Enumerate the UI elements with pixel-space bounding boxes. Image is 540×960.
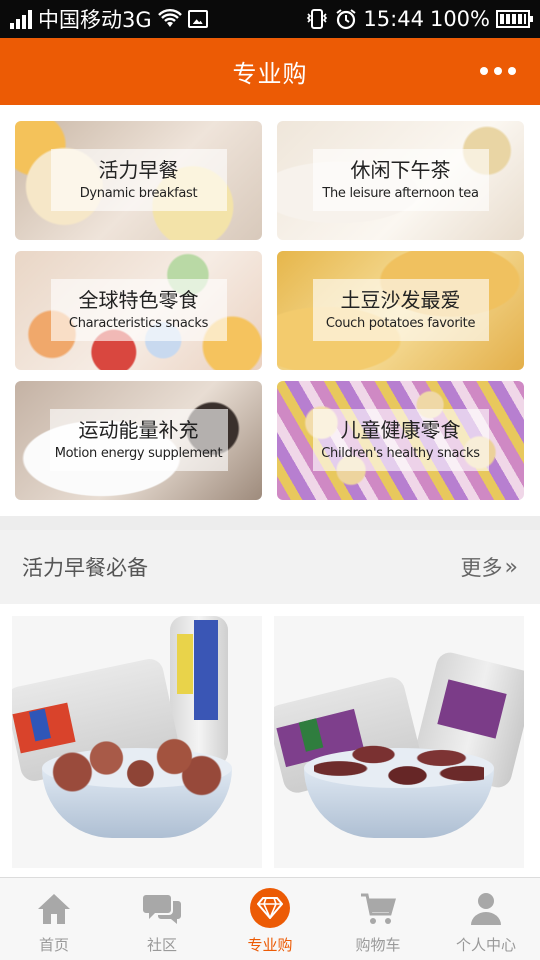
category-label-box: 全球特色零食 Characteristics snacks: [50, 279, 227, 341]
vibrate-icon: [307, 9, 328, 29]
prune-jar-image: [274, 616, 524, 868]
nav-item-profile[interactable]: 个人中心: [432, 878, 540, 960]
category-tile-energy-supplement[interactable]: 运动能量补充 Motion energy supplement: [15, 381, 262, 500]
battery-percent: 100%: [429, 7, 490, 31]
nav-label: 个人中心: [455, 936, 516, 954]
cart-icon: [359, 890, 397, 928]
category-title: 运动能量补充: [78, 418, 199, 442]
clock: 15:44: [363, 7, 424, 31]
carrier-label: 中国移动3G: [38, 8, 152, 32]
section-header: 活力早餐必备 更多 »: [0, 530, 540, 604]
nav-label: 首页: [38, 936, 69, 954]
diamond-icon: [250, 888, 290, 928]
nav-item-community[interactable]: 社区: [108, 878, 216, 960]
category-label-box: 土豆沙发最爱 Couch potatoes favorite: [312, 279, 489, 341]
more-options-icon[interactable]: [480, 67, 516, 75]
battery-icon: [496, 10, 533, 28]
section-title: 活力早餐必备: [22, 556, 148, 580]
category-tile-breakfast[interactable]: 活力早餐 Dynamic breakfast: [15, 121, 262, 240]
category-label-box: 活力早餐 Dynamic breakfast: [50, 149, 227, 211]
app-header: 专业购: [0, 38, 540, 105]
product-card[interactable]: [12, 616, 262, 868]
nav-item-home[interactable]: 首页: [0, 878, 108, 960]
home-icon: [35, 890, 73, 928]
category-subtitle: Characteristics snacks: [68, 316, 209, 331]
category-label-box: 儿童健康零食 Children's healthy snacks: [312, 409, 489, 471]
nav-label: 社区: [146, 936, 177, 954]
section-divider: [0, 516, 540, 530]
nav-item-cart[interactable]: 购物车: [324, 878, 432, 960]
category-tile-afternoon-tea[interactable]: 休闲下午茶 The leisure afternoon tea: [277, 121, 524, 240]
category-subtitle: Dynamic breakfast: [79, 186, 198, 201]
category-subtitle: Couch potatoes favorite: [325, 316, 476, 331]
wifi-icon: [157, 9, 182, 27]
category-title: 儿童健康零食: [340, 418, 461, 442]
bottom-nav: 首页 社区 专业购 购物车 个人中心: [0, 877, 540, 960]
person-icon: [467, 890, 505, 928]
category-subtitle: Children's healthy snacks: [321, 446, 480, 461]
category-subtitle: Motion energy supplement: [54, 446, 223, 461]
product-card[interactable]: [274, 616, 524, 868]
alarm-icon: [336, 9, 357, 30]
nav-item-pro-shop[interactable]: 专业购: [216, 878, 324, 960]
nav-label: 购物车: [355, 936, 401, 954]
nav-label: 专业购: [247, 936, 293, 954]
category-tile-couch-potato[interactable]: 土豆沙发最爱 Couch potatoes favorite: [277, 251, 524, 370]
status-bar: 中国移动3G 15:44 100%: [0, 0, 540, 38]
page-title: 专业购: [232, 60, 308, 88]
hawthorn-ball-jar-image: [12, 616, 262, 868]
category-tile-global-snacks[interactable]: 全球特色零食 Characteristics snacks: [15, 251, 262, 370]
category-subtitle: The leisure afternoon tea: [322, 186, 479, 201]
signal-icon: [10, 9, 32, 29]
double-chevron-right-icon: »: [504, 554, 518, 580]
more-link[interactable]: 更多 »: [461, 552, 518, 582]
category-title: 土豆沙发最爱: [340, 288, 461, 312]
category-label-box: 运动能量补充 Motion energy supplement: [49, 409, 228, 471]
more-link-label: 更多: [460, 556, 503, 580]
category-label-box: 休闲下午茶 The leisure afternoon tea: [312, 149, 489, 211]
image-notification-icon: [187, 10, 208, 28]
category-title: 活力早餐: [98, 158, 179, 182]
chat-icon: [143, 890, 181, 928]
category-tile-kids-snacks[interactable]: 儿童健康零食 Children's healthy snacks: [277, 381, 524, 500]
category-title: 全球特色零食: [78, 288, 199, 312]
category-title: 休闲下午茶: [350, 158, 451, 182]
